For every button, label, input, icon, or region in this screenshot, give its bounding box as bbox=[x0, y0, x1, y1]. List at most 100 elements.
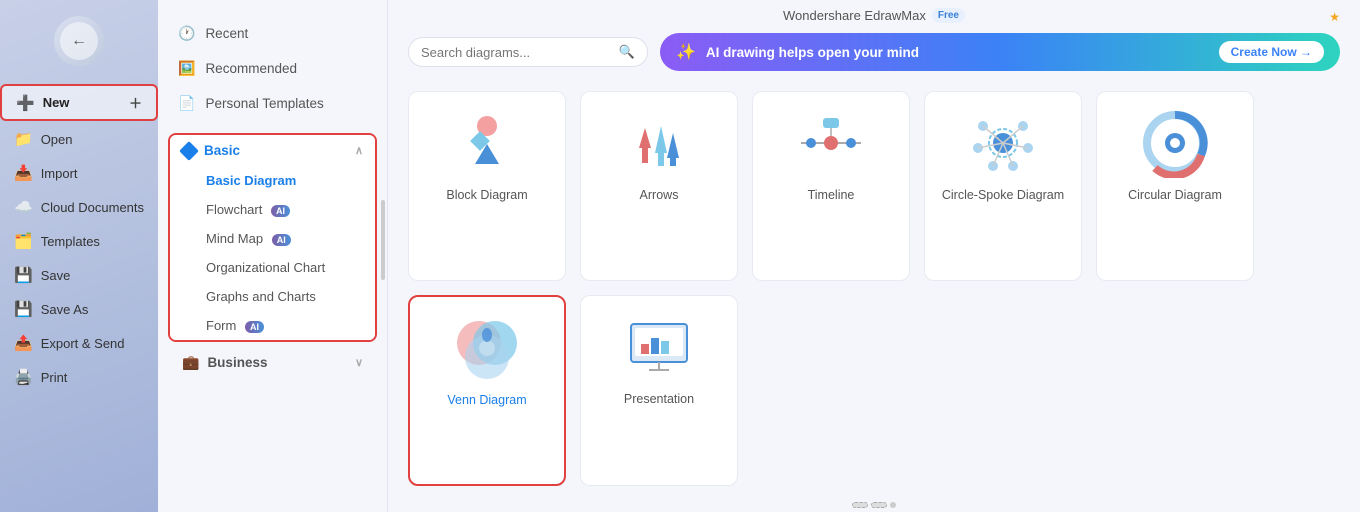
scroll-dot bbox=[890, 502, 896, 508]
category-section: Basic ∧ Basic Diagram Flowchart AI Mind … bbox=[158, 129, 387, 496]
open-icon: 📁 bbox=[14, 130, 33, 148]
presentation-image bbox=[619, 312, 699, 382]
basic-category-header[interactable]: Basic ∧ bbox=[170, 135, 375, 166]
templates-icon: 🗂️ bbox=[14, 232, 33, 250]
sidebar-item-saveas[interactable]: 💾 Save As bbox=[0, 293, 158, 325]
circular-svg bbox=[1135, 108, 1215, 178]
mindmap-ai-badge: AI bbox=[272, 234, 291, 246]
orgchart-label: Organizational Chart bbox=[206, 260, 325, 275]
scroll-dot-dashed bbox=[852, 502, 868, 508]
business-category[interactable]: 💼 Business ∨ bbox=[168, 346, 377, 379]
sidebar-item-new[interactable]: ➕ New ＋ bbox=[0, 84, 158, 121]
saveas-icon: 💾 bbox=[14, 300, 33, 318]
basic-category-group: Basic ∧ Basic Diagram Flowchart AI Mind … bbox=[168, 133, 377, 342]
sidebar-item-label-export: Export & Send bbox=[41, 336, 125, 351]
search-input[interactable] bbox=[421, 45, 611, 60]
presentation-svg bbox=[619, 312, 699, 382]
nav-label-personal: Personal Templates bbox=[205, 96, 323, 111]
diagram-card-arrows[interactable]: Arrows bbox=[580, 91, 738, 281]
create-now-button[interactable]: Create Now → bbox=[1219, 41, 1324, 63]
ai-sparkle-icon: ✨ bbox=[676, 42, 696, 62]
recommended-icon: 🖼️ bbox=[178, 60, 195, 77]
business-icon: 💼 bbox=[182, 354, 199, 371]
category-item-basic-diagram[interactable]: Basic Diagram bbox=[170, 166, 375, 195]
scroll-indicator[interactable] bbox=[381, 200, 385, 280]
block-diagram-label: Block Diagram bbox=[446, 188, 527, 202]
basic-category-label: Basic bbox=[204, 143, 240, 158]
search-box[interactable]: 🔍 bbox=[408, 37, 648, 67]
venn-label: Venn Diagram bbox=[447, 393, 526, 407]
free-badge: Free bbox=[932, 8, 965, 23]
business-group-left: 💼 Business bbox=[182, 354, 267, 371]
sidebar-item-print[interactable]: 🖨️ Print bbox=[0, 361, 158, 393]
sidebar-item-export[interactable]: 📤 Export & Send bbox=[0, 327, 158, 359]
export-icon: 📤 bbox=[14, 334, 33, 352]
sidebar-item-label-cloud: Cloud Documents bbox=[41, 200, 144, 215]
category-item-graphs[interactable]: Graphs and Charts bbox=[170, 282, 375, 311]
sidebar-item-open[interactable]: 📁 Open bbox=[0, 123, 158, 155]
category-item-flowchart[interactable]: Flowchart AI bbox=[170, 195, 375, 224]
diagram-card-venn[interactable]: Venn Diagram bbox=[408, 295, 566, 487]
recent-icon: 🕐 bbox=[178, 25, 195, 42]
circle-spoke-svg bbox=[963, 108, 1043, 178]
cloud-icon: ☁️ bbox=[14, 198, 33, 216]
timeline-svg bbox=[791, 108, 871, 178]
nav-item-personal[interactable]: 📄 Personal Templates bbox=[158, 86, 387, 121]
diamond-icon bbox=[179, 141, 199, 161]
chevron-up-icon: ∧ bbox=[355, 144, 363, 157]
category-item-form[interactable]: Form AI bbox=[170, 311, 375, 340]
diagram-card-circular[interactable]: Circular Diagram bbox=[1096, 91, 1254, 281]
sidebar-item-save[interactable]: 💾 Save bbox=[0, 259, 158, 291]
graphs-label: Graphs and Charts bbox=[206, 289, 316, 304]
personal-icon: 📄 bbox=[178, 95, 195, 112]
sidebar-item-label-print: Print bbox=[41, 370, 68, 385]
back-arrow-icon[interactable]: ← bbox=[60, 22, 98, 60]
save-icon: 💾 bbox=[14, 266, 33, 284]
nav-label-recommended: Recommended bbox=[205, 61, 297, 76]
circle-spoke-label: Circle-Spoke Diagram bbox=[942, 188, 1064, 202]
sidebar-item-label-new: New bbox=[43, 95, 70, 110]
diagram-card-presentation[interactable]: Presentation bbox=[580, 295, 738, 487]
presentation-label: Presentation bbox=[624, 392, 694, 406]
sidebar-item-label-import: Import bbox=[41, 166, 78, 181]
ai-banner: ✨ AI drawing helps open your mind Create… bbox=[660, 33, 1340, 71]
circular-label: Circular Diagram bbox=[1128, 188, 1222, 202]
diagram-card-circle-spoke[interactable]: Circle-Spoke Diagram bbox=[924, 91, 1082, 281]
basic-diagram-label: Basic Diagram bbox=[206, 173, 296, 188]
sidebar-item-import[interactable]: 📥 Import bbox=[0, 157, 158, 189]
diagram-grid: Block Diagram Arrows bbox=[388, 81, 1360, 496]
chevron-down-icon: ∨ bbox=[355, 356, 363, 369]
venn-image bbox=[447, 313, 527, 383]
app-header: Wondershare EdrawMax Free ★ bbox=[388, 0, 1360, 27]
left-sidebar: ← ➕ New ＋ 📁 Open 📥 Import ☁️ Cloud Docum… bbox=[0, 0, 158, 512]
sidebar-item-templates[interactable]: 🗂️ Templates bbox=[0, 225, 158, 257]
scroll-dot-dashed2 bbox=[871, 502, 887, 508]
back-button[interactable]: ← bbox=[54, 16, 104, 66]
star-icon: ★ bbox=[1329, 10, 1340, 24]
add-icon: ＋ bbox=[129, 93, 142, 112]
business-label: Business bbox=[207, 355, 267, 370]
diagram-card-timeline[interactable]: Timeline bbox=[752, 91, 910, 281]
arrows-label: Arrows bbox=[640, 188, 679, 202]
circular-image bbox=[1135, 108, 1215, 178]
ai-banner-text: AI drawing helps open your mind bbox=[706, 45, 919, 60]
block-diagram-svg bbox=[447, 108, 527, 178]
arrows-svg bbox=[619, 108, 699, 178]
diagram-card-block[interactable]: Block Diagram bbox=[408, 91, 566, 281]
timeline-image bbox=[791, 108, 871, 178]
form-ai-badge: AI bbox=[245, 321, 264, 333]
toolbar-row: 🔍 ✨ AI drawing helps open your mind Crea… bbox=[388, 27, 1360, 81]
main-content: Wondershare EdrawMax Free ★ 🔍 ✨ AI drawi… bbox=[388, 0, 1360, 512]
flowchart-ai-badge: AI bbox=[271, 205, 290, 217]
nav-item-recommended[interactable]: 🖼️ Recommended bbox=[158, 51, 387, 86]
nav-item-recent[interactable]: 🕐 Recent bbox=[158, 16, 387, 51]
sidebar-item-label-templates: Templates bbox=[41, 234, 100, 249]
mindmap-label: Mind Map bbox=[206, 231, 263, 246]
nav-label-recent: Recent bbox=[205, 26, 248, 41]
category-item-orgchart[interactable]: Organizational Chart bbox=[170, 253, 375, 282]
block-diagram-image bbox=[447, 108, 527, 178]
sidebar-item-cloud[interactable]: ☁️ Cloud Documents bbox=[0, 191, 158, 223]
new-icon: ➕ bbox=[16, 94, 35, 112]
circle-spoke-image bbox=[963, 108, 1043, 178]
category-item-mindmap[interactable]: Mind Map AI bbox=[170, 224, 375, 253]
